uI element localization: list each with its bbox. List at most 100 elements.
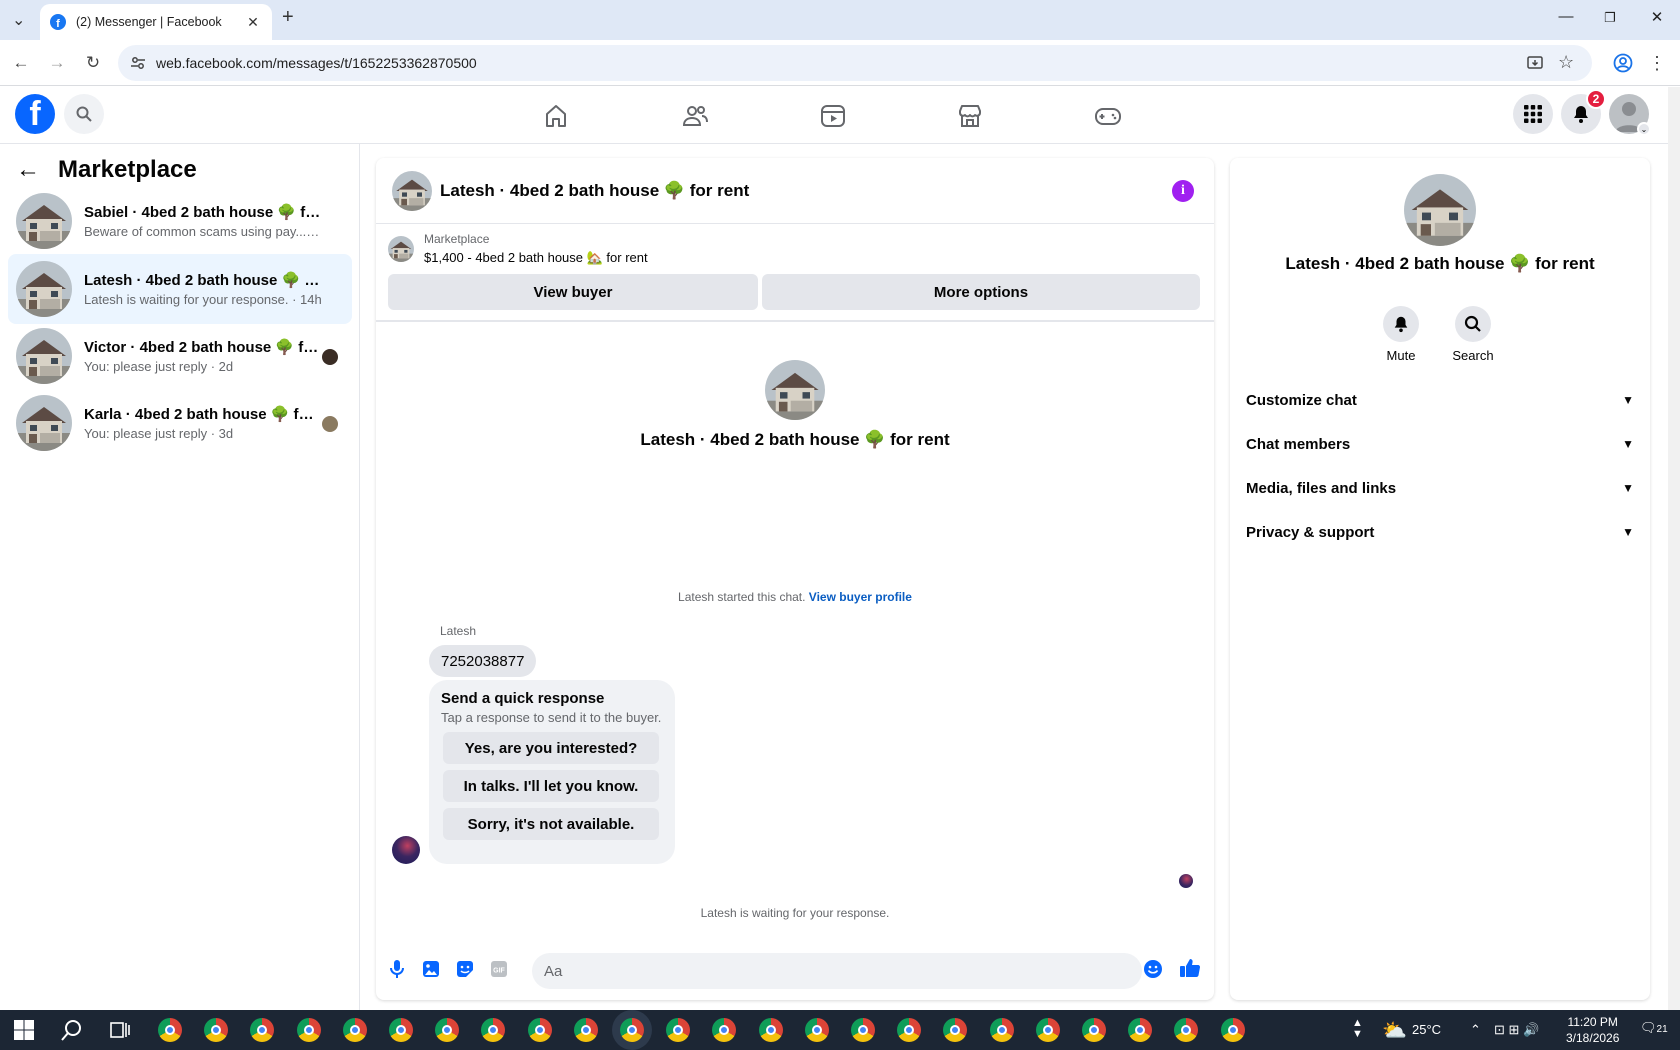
listing-thumbnail[interactable]	[388, 236, 414, 262]
accordion-label: Privacy & support	[1246, 523, 1375, 541]
emoji-icon[interactable]	[1142, 958, 1164, 980]
close-tab-icon[interactable]: ✕	[244, 14, 262, 31]
notification-badge: 2	[1586, 89, 1606, 109]
chrome-taskbar-icon[interactable]	[712, 1018, 737, 1042]
accordion-media-files-links[interactable]: Media, files and links ▼	[1246, 470, 1634, 506]
chrome-taskbar-icon[interactable]	[897, 1018, 922, 1042]
mute-button[interactable]: Mute	[1366, 306, 1436, 363]
quick-reply-button[interactable]: Sorry, it's not available.	[443, 808, 659, 840]
back-icon[interactable]: ←	[10, 52, 32, 74]
chrome-taskbar-icon[interactable]	[389, 1018, 413, 1042]
gif-icon[interactable]: GIF	[488, 958, 510, 980]
chrome-taskbar-icon[interactable]	[204, 1018, 229, 1042]
show-hidden-icons[interactable]: ⌃	[1470, 1022, 1481, 1038]
restore-icon[interactable]: ❐	[1600, 10, 1620, 26]
more-options-button[interactable]: More options	[762, 274, 1200, 310]
chat-avatar[interactable]	[392, 170, 432, 211]
chrome-taskbar-icon[interactable]	[481, 1018, 506, 1042]
chrome-taskbar-icon[interactable]	[342, 1018, 367, 1042]
chrome-taskbar-icon[interactable]	[158, 1018, 182, 1042]
system-tray-icons[interactable]: ⊡ ⊞ 🔊	[1494, 1022, 1539, 1038]
new-tab-button[interactable]: +	[282, 6, 294, 29]
conversation-row[interactable]: Sabiel · 4bed 2 bath house 🌳 for r... Bew…	[8, 186, 352, 256]
search-icon[interactable]	[1455, 306, 1491, 342]
quick-reply-button[interactable]: In talks. I'll let you know.	[443, 770, 659, 802]
chrome-taskbar-icon[interactable]	[620, 1018, 644, 1042]
taskbar-search-icon[interactable]	[60, 1018, 84, 1042]
task-view-icon[interactable]	[108, 1018, 132, 1042]
forward-icon[interactable]: →	[46, 52, 68, 74]
buyer-profile-avatar[interactable]	[765, 360, 825, 420]
page-scrollbar[interactable]	[1668, 87, 1680, 1010]
conversation-row[interactable]: Latesh · 4bed 2 bath house 🌳 for ... Late…	[8, 254, 352, 324]
weather-icon[interactable]: ⛅	[1382, 1018, 1407, 1043]
chrome-taskbar-icon[interactable]	[804, 1018, 829, 1042]
conversation-row[interactable]: Victor · 4bed 2 bath house 🌳 fo... You: p…	[8, 321, 352, 391]
chrome-taskbar-icon[interactable]	[250, 1018, 275, 1042]
accordion-customize-chat[interactable]: Customize chat ▼	[1246, 382, 1634, 418]
taskbar-scroll-icon[interactable]: ▲ ▼	[1352, 1018, 1363, 1040]
photo-icon[interactable]	[420, 958, 442, 980]
chrome-taskbar-icon[interactable]	[296, 1018, 321, 1042]
microphone-icon[interactable]	[386, 958, 408, 980]
bookmark-star-icon[interactable]: ☆	[1558, 52, 1574, 73]
menu-grid-icon[interactable]	[1513, 94, 1553, 134]
search-icon[interactable]	[64, 94, 104, 134]
chrome-taskbar-icon[interactable]	[989, 1018, 1014, 1042]
marketplace-icon[interactable]	[956, 102, 984, 130]
windows-start-icon[interactable]	[12, 1018, 36, 1042]
clock[interactable]: 11:20 PM 3/18/2026	[1566, 1014, 1619, 1046]
message-input[interactable]: Aa	[532, 953, 1142, 989]
accordion-privacy-support[interactable]: Privacy & support ▼	[1246, 514, 1634, 550]
chrome-taskbar-icon[interactable]	[1220, 1018, 1245, 1042]
friends-icon[interactable]	[681, 102, 709, 130]
facebook-favicon-icon: f	[50, 14, 66, 30]
account-chevron-icon[interactable]: ⌄	[1637, 122, 1651, 136]
chrome-taskbar-icon[interactable]	[943, 1018, 968, 1042]
sticker-icon[interactable]	[454, 958, 476, 980]
site-settings-icon[interactable]	[130, 55, 146, 71]
chrome-profile-icon[interactable]	[1612, 52, 1634, 74]
back-arrow-icon[interactable]: ←	[16, 156, 40, 184]
facebook-logo-icon[interactable]: f	[15, 94, 55, 134]
reload-icon[interactable]: ↻	[82, 52, 104, 74]
view-buyer-button[interactable]: View buyer	[388, 274, 758, 310]
mute-bell-icon[interactable]	[1383, 306, 1419, 342]
chrome-taskbar-icon[interactable]	[573, 1018, 598, 1042]
weather-temperature[interactable]: 25°C	[1412, 1022, 1441, 1037]
close-window-icon[interactable]: ✕	[1647, 8, 1667, 26]
like-thumb-icon[interactable]	[1178, 956, 1202, 980]
quick-reply-button[interactable]: Yes, are you interested?	[443, 732, 659, 764]
message-bubble[interactable]: 7252038877	[429, 645, 537, 677]
minimize-icon[interactable]: —	[1556, 8, 1576, 25]
chrome-taskbar-icon[interactable]	[1174, 1018, 1199, 1042]
chrome-menu-icon[interactable]: ⋮	[1646, 52, 1668, 74]
chrome-taskbar-icon[interactable]	[666, 1018, 691, 1042]
video-icon[interactable]	[819, 102, 847, 130]
chrome-taskbar-icon[interactable]	[851, 1018, 875, 1042]
browser-tab[interactable]: f (2) Messenger | Facebook ✕	[40, 4, 272, 40]
chrome-taskbar-icon[interactable]	[1128, 1018, 1153, 1042]
tab-search-icon[interactable]: ⌄	[12, 10, 25, 30]
clock-date: 3/18/2026	[1566, 1031, 1620, 1045]
chat-title[interactable]: Latesh · 4bed 2 bath house 🌳 for rent	[440, 181, 749, 201]
chrome-taskbar-icon[interactable]	[1035, 1018, 1060, 1042]
accordion-chat-members[interactable]: Chat members ▼	[1246, 426, 1634, 462]
chrome-taskbar-icon[interactable]	[527, 1018, 552, 1042]
chrome-taskbar-icon[interactable]	[758, 1018, 783, 1042]
install-app-icon[interactable]	[1526, 54, 1544, 72]
listing-text[interactable]: $1,400 - 4bed 2 bath house 🏡 for rent	[424, 250, 648, 266]
chevron-down-icon: ▼	[1622, 437, 1634, 451]
search-button[interactable]: Search	[1438, 306, 1508, 363]
action-center-icon[interactable]: 🗨21	[1640, 1020, 1668, 1036]
conversation-row[interactable]: Karla · 4bed 2 bath house 🌳 for... You: p…	[8, 388, 352, 458]
view-buyer-profile-link[interactable]: View buyer profile	[809, 590, 912, 604]
info-icon[interactable]: i	[1172, 180, 1194, 202]
chrome-taskbar-icon[interactable]	[435, 1018, 460, 1042]
gaming-icon[interactable]	[1094, 102, 1122, 130]
url-field[interactable]: web.facebook.com/messages/t/165225336287…	[118, 45, 1592, 81]
chrome-taskbar-icon[interactable]	[1082, 1018, 1106, 1042]
details-avatar[interactable]	[1404, 174, 1476, 246]
home-icon[interactable]	[542, 102, 570, 130]
sender-avatar[interactable]	[392, 836, 420, 864]
